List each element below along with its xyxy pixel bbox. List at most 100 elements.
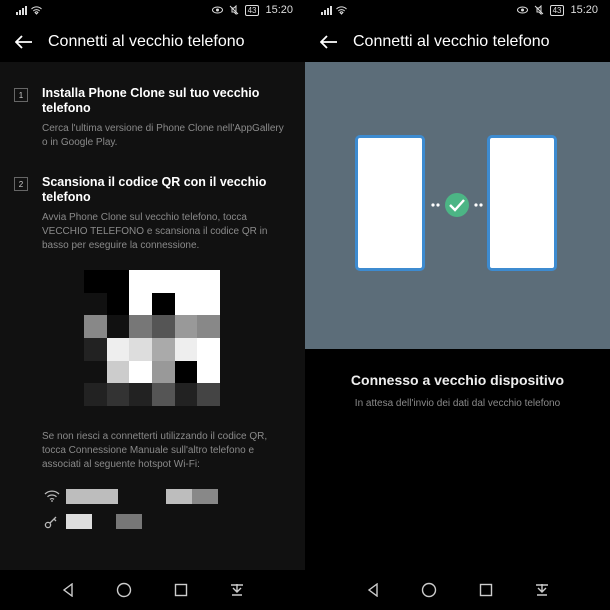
signal-indicators xyxy=(16,5,42,15)
qr-cell xyxy=(129,337,152,361)
hotspot-name-row xyxy=(44,489,60,503)
back-arrow-icon xyxy=(15,35,32,49)
square-recents-icon xyxy=(174,583,187,597)
triangle-back-icon xyxy=(367,583,378,597)
pull-down-icon xyxy=(230,584,243,596)
nav-bar xyxy=(0,570,305,610)
connection-panel: Connesso a vecchio dispositivo In attesa… xyxy=(305,62,610,570)
back-button[interactable] xyxy=(317,30,341,54)
page-title: Connetti al vecchio telefono xyxy=(353,33,550,50)
nav-home-button[interactable] xyxy=(419,580,439,600)
nav-recents-button[interactable] xyxy=(476,580,496,600)
qr-cell xyxy=(174,360,198,384)
qr-cell xyxy=(129,270,152,293)
status-bar: 43 15:20 xyxy=(305,0,610,22)
wifi-status-icon xyxy=(336,6,347,15)
app-bar: Connetti al vecchio telefono xyxy=(305,24,610,60)
qr-cell xyxy=(84,292,107,316)
redacted-password-1 xyxy=(66,514,92,529)
nav-back-button[interactable] xyxy=(363,580,383,600)
step-title: Scansiona il codice QR con il vecchio te… xyxy=(42,175,267,204)
qr-cell xyxy=(106,360,130,384)
mute-icon xyxy=(229,5,238,15)
left-screen: 43 15:20 Connetti al vecchio telefono 1 … xyxy=(0,0,305,610)
qr-cell xyxy=(106,315,130,338)
qr-cell xyxy=(84,315,107,338)
clock: 15:20 xyxy=(265,4,293,16)
pull-down-icon xyxy=(535,584,548,596)
instructions-panel: 1 Installa Phone Clone sul tuo vecchio t… xyxy=(0,62,305,570)
key-icon xyxy=(44,516,57,529)
manual-connection-note: Se non riesci a connetterti utilizzando … xyxy=(42,431,268,470)
page-title: Connetti al vecchio telefono xyxy=(48,33,245,50)
hotspot-password-row xyxy=(44,514,58,530)
qr-cell xyxy=(151,337,175,361)
step-1: 1 Installa Phone Clone sul tuo vecchio t… xyxy=(14,86,291,150)
qr-code xyxy=(84,270,220,406)
old-phone-illustration xyxy=(355,135,425,271)
battery-icon: 43 xyxy=(244,4,260,16)
step-number: 1 xyxy=(14,88,28,102)
circle-home-icon xyxy=(422,582,437,598)
nav-home-button[interactable] xyxy=(114,580,134,600)
qr-cell xyxy=(174,270,198,293)
redacted-ssid-2 xyxy=(166,489,192,504)
qr-cell xyxy=(197,383,220,406)
qr-cell xyxy=(151,270,175,293)
qr-cell xyxy=(84,337,107,361)
qr-cell xyxy=(174,337,198,361)
step-description: Avvia Phone Clone sul vecchio telefono, … xyxy=(42,212,268,251)
qr-cell xyxy=(129,292,152,316)
qr-cell xyxy=(174,292,198,316)
redacted-password-2 xyxy=(116,514,142,529)
nav-back-button[interactable] xyxy=(58,580,78,600)
qr-cell xyxy=(106,292,130,316)
step-description: Cerca l'ultima versione di Phone Clone n… xyxy=(42,123,284,148)
step-text: Scansiona il codice QR con il vecchio te… xyxy=(42,175,291,253)
nav-bar xyxy=(305,570,610,610)
connected-subtitle: In attesa dell'invio dei dati dal vecchi… xyxy=(354,398,561,409)
qr-cell xyxy=(151,383,175,406)
qr-cell xyxy=(197,360,220,384)
back-button[interactable] xyxy=(12,30,36,54)
battery-icon: 43 xyxy=(549,4,565,16)
signal-icon xyxy=(16,5,27,15)
qr-cell xyxy=(197,292,220,316)
back-arrow-icon xyxy=(320,35,337,49)
circle-home-icon xyxy=(117,582,132,598)
qr-cell xyxy=(84,383,107,406)
nav-notifications-button[interactable] xyxy=(532,580,552,600)
connection-illustration xyxy=(305,62,610,349)
connected-title: Connesso a vecchio dispositivo xyxy=(350,372,565,388)
qr-cell xyxy=(84,270,107,293)
qr-cell xyxy=(197,337,220,361)
qr-cell xyxy=(106,270,130,293)
status-right: 43 15:20 xyxy=(211,4,293,16)
qr-cell xyxy=(174,383,198,406)
qr-cell xyxy=(129,360,152,384)
signal-icon xyxy=(321,5,332,15)
qr-cell xyxy=(151,315,175,338)
qr-cell xyxy=(106,383,130,406)
qr-cell xyxy=(151,292,175,316)
nav-notifications-button[interactable] xyxy=(227,580,247,600)
triangle-back-icon xyxy=(62,583,73,597)
right-screen: 43 15:20 Connetti al vecchio telefono Co… xyxy=(305,0,610,610)
qr-cell xyxy=(106,337,130,361)
step-2: 2 Scansiona il codice QR con il vecchio … xyxy=(14,175,291,253)
status-bar: 43 15:20 xyxy=(0,0,305,22)
mute-icon xyxy=(534,5,543,15)
clock: 15:20 xyxy=(570,4,598,16)
qr-cell xyxy=(174,315,198,338)
qr-cell xyxy=(84,360,107,384)
redacted-ssid-3 xyxy=(192,489,218,504)
step-number: 2 xyxy=(14,177,28,191)
square-recents-icon xyxy=(479,583,492,597)
connected-check-icon xyxy=(431,193,483,217)
status-right: 43 15:20 xyxy=(516,4,598,16)
signal-indicators xyxy=(321,5,347,15)
step-title: Installa Phone Clone sul tuo vecchio tel… xyxy=(42,86,260,115)
new-phone-illustration xyxy=(487,135,557,271)
eye-icon xyxy=(516,6,528,14)
nav-recents-button[interactable] xyxy=(171,580,191,600)
